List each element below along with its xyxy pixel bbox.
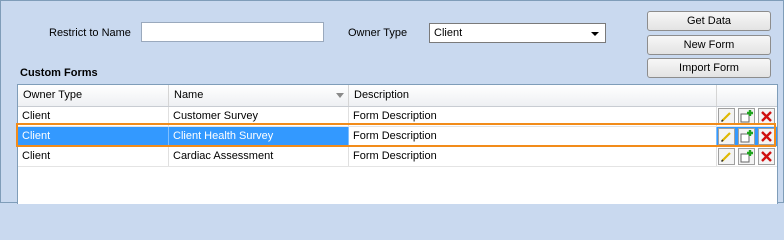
edit-icon[interactable]	[718, 148, 735, 165]
owner-type-select[interactable]: Client	[429, 23, 606, 43]
column-header-owner-type[interactable]: Owner Type	[18, 85, 169, 106]
new-form-button[interactable]: New Form	[647, 35, 771, 55]
cell-description: Form Description	[349, 107, 717, 126]
restrict-to-name-input[interactable]	[141, 22, 324, 42]
column-header-description[interactable]: Description	[349, 85, 717, 106]
cell-name: Cardiac Assessment	[169, 147, 349, 166]
forms-grid: Owner Type Name Description Client Custo…	[17, 84, 778, 204]
cell-name: Client Health Survey	[169, 127, 349, 146]
cell-description[interactable]: Form Description	[349, 127, 717, 146]
cell-owner-type: Client	[18, 127, 169, 146]
cell-name: Customer Survey	[169, 107, 349, 126]
cell-owner-type: Client	[18, 147, 169, 166]
chevron-down-icon[interactable]	[591, 32, 599, 36]
delete-icon[interactable]	[758, 108, 775, 125]
edit-icon[interactable]	[718, 128, 735, 145]
owner-type-selected-value: Client	[434, 27, 463, 39]
restrict-to-name-label: Restrict to Name	[49, 27, 131, 39]
cell-description: Form Description	[349, 147, 717, 166]
sort-descending-icon	[336, 93, 344, 98]
table-row[interactable]: Client Client Health Survey Form Descrip…	[18, 127, 777, 147]
custom-forms-panel: Restrict to Name Owner Type Client Get D…	[0, 0, 784, 204]
grid-header: Owner Type Name Description	[18, 85, 777, 107]
delete-icon[interactable]	[758, 128, 775, 145]
add-icon[interactable]	[738, 128, 755, 145]
add-icon[interactable]	[738, 148, 755, 165]
column-header-name-label: Name	[174, 89, 204, 101]
edit-icon[interactable]	[718, 108, 735, 125]
add-icon[interactable]	[738, 108, 755, 125]
owner-type-label: Owner Type	[348, 27, 408, 39]
table-row[interactable]: Client Cardiac Assessment Form Descripti…	[18, 147, 777, 167]
column-header-actions	[717, 85, 777, 106]
cell-owner-type: Client	[18, 107, 169, 126]
table-row[interactable]: Client Customer Survey Form Description	[18, 107, 777, 127]
delete-icon[interactable]	[758, 148, 775, 165]
section-title: Custom Forms	[20, 67, 98, 79]
import-form-button[interactable]: Import Form	[647, 58, 771, 78]
get-data-button[interactable]: Get Data	[647, 11, 771, 31]
column-header-name[interactable]: Name	[169, 85, 349, 106]
